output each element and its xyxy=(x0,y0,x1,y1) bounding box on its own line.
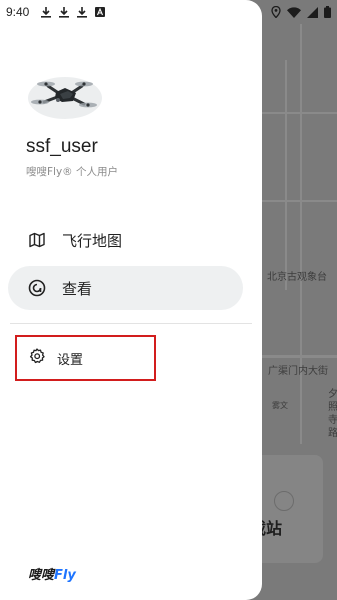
status-time: 9:40 xyxy=(6,5,30,19)
location-icon xyxy=(271,3,281,22)
a-icon xyxy=(95,6,106,18)
map-icon xyxy=(28,231,46,249)
brand-logo: 嗖嗖Fly xyxy=(28,564,76,583)
status-right xyxy=(271,3,331,22)
menu-item-label: 飞行地图 xyxy=(62,231,123,250)
battery-icon xyxy=(324,3,331,22)
map-road xyxy=(285,60,287,290)
drone-avatar-icon[interactable] xyxy=(26,64,104,120)
status-left: 9:40 xyxy=(6,5,106,19)
download-icon xyxy=(77,6,88,18)
menu-item-label: 查看 xyxy=(62,279,93,298)
settings-button[interactable]: 设置 xyxy=(15,335,156,381)
download-icon xyxy=(59,6,70,18)
wifi-icon xyxy=(287,3,301,22)
map-label: 广渠门内大街 xyxy=(268,366,328,377)
brand-main: 嗖嗖 xyxy=(28,568,55,583)
map-road xyxy=(300,24,302,444)
download-icon xyxy=(41,6,52,18)
menu-item-view[interactable]: 查看 xyxy=(8,266,243,310)
menu-divider xyxy=(10,323,252,324)
status-bar: 9:40 xyxy=(0,0,337,24)
username: ssf_user xyxy=(26,136,98,157)
settings-label: 设置 xyxy=(57,352,84,368)
map-label: 北京古观象台 xyxy=(267,272,327,283)
signal-icon xyxy=(307,3,318,22)
view-icon xyxy=(28,279,46,297)
navigation-drawer: ssf_user 嗖嗖Fly® 个人用户 飞行地图 查看 设置 嗖嗖Fly xyxy=(0,0,262,600)
station-circle-icon xyxy=(274,491,294,511)
map-label: 路 xyxy=(328,428,337,439)
brand-accent: Fly xyxy=(54,568,76,583)
menu-item-flight-map[interactable]: 飞行地图 xyxy=(8,218,243,262)
map-label: 雾文 xyxy=(272,401,288,410)
user-subtitle: 嗖嗖Fly® 个人用户 xyxy=(26,166,119,178)
gear-icon xyxy=(29,348,45,368)
